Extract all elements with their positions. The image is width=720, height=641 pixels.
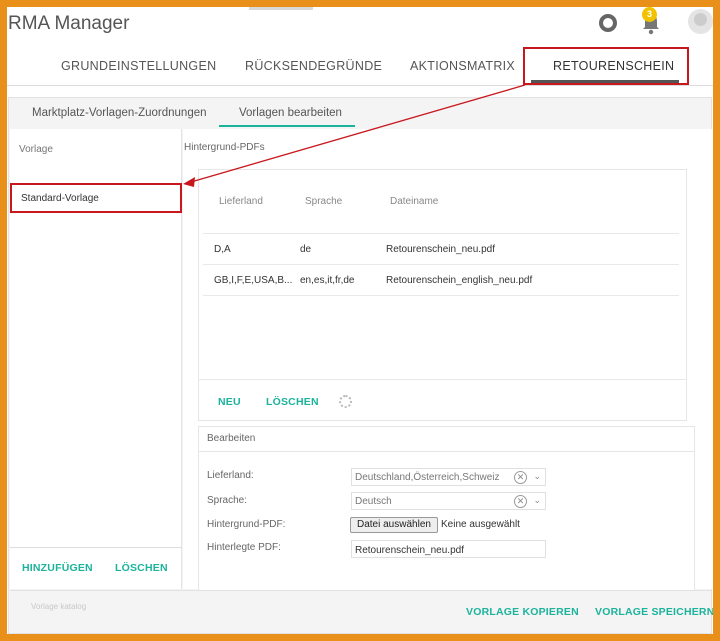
cell-sprache: en,es,it,fr,de <box>300 275 355 286</box>
cell-lieferland: GB,I,F,E,USA,B... <box>214 275 293 286</box>
cell-dateiname: Retourenschein_english_neu.pdf <box>386 275 533 286</box>
clear-icon[interactable]: ✕ <box>514 495 527 508</box>
loading-spinner-icon <box>339 395 352 408</box>
delete-template-button[interactable]: LÖSCHEN <box>115 562 168 574</box>
row-divider <box>203 264 679 265</box>
sidebar-item-standard-vorlage[interactable]: Standard-Vorlage <box>10 183 182 213</box>
tab-grundeinstellungen[interactable]: GRUNDEINSTELLUNGEN <box>61 59 216 73</box>
clear-icon[interactable]: ✕ <box>514 471 527 484</box>
lieferland-select-value: Deutschland,Österreich,Schweiz <box>355 472 500 483</box>
notification-badge: 3 <box>642 7 657 22</box>
tab-aktionsmatrix[interactable]: AKTIONSMATRIX <box>410 59 515 73</box>
lieferland-label: Lieferland: <box>207 470 254 481</box>
tab-highlight-box <box>523 47 689 85</box>
lieferland-select[interactable]: Deutschland,Österreich,Schweiz ✕ ⌄ <box>351 468 546 486</box>
cell-lieferland: D,A <box>214 244 231 255</box>
row-divider <box>203 295 679 296</box>
chevron-down-icon[interactable]: ⌄ <box>533 495 541 506</box>
edit-section-header <box>198 426 695 452</box>
col-header-dateiname[interactable]: Dateiname <box>390 196 438 207</box>
cell-dateiname: Retourenschein_neu.pdf <box>386 244 495 255</box>
footer-divider <box>10 590 712 591</box>
hinterlegte-pdf-input[interactable] <box>351 540 546 558</box>
save-template-button[interactable]: VORLAGE SPEICHERN <box>595 606 713 618</box>
file-choose-button[interactable]: Datei auswählen <box>350 517 438 533</box>
subtab-underline <box>219 125 355 127</box>
chevron-down-icon[interactable]: ⌄ <box>533 471 541 482</box>
footer-faint-text: Vorlage katalog <box>31 602 87 611</box>
col-header-lieferland[interactable]: Lieferland <box>219 196 263 207</box>
subtab-vorlagen-bearbeiten[interactable]: Vorlagen bearbeiten <box>239 107 342 119</box>
app-window: RMA Manager 3 GRUNDEINSTELLUNGEN RÜCKSEN… <box>7 7 713 634</box>
sidebar-heading: Vorlage <box>19 144 53 155</box>
sprache-select[interactable]: Deutsch ✕ ⌄ <box>351 492 546 510</box>
table-header-divider <box>203 233 679 234</box>
edit-heading: Bearbeiten <box>207 433 256 444</box>
cell-sprache: de <box>300 244 312 255</box>
hintergrund-pdf-label: Hintergrund-PDF: <box>207 519 286 530</box>
pdf-actions-divider <box>198 379 687 380</box>
status-circle-icon[interactable] <box>599 14 617 32</box>
delete-pdf-button[interactable]: LÖSCHEN <box>266 396 319 408</box>
sprache-label: Sprache: <box>207 495 248 506</box>
sidebar-divider <box>10 547 182 548</box>
top-indicator-bar <box>249 7 313 10</box>
hinterlegte-pdf-label: Hinterlegte PDF: <box>207 542 281 553</box>
file-status-text: Keine ausgewählt <box>441 519 520 530</box>
add-template-button[interactable]: HINZUFÜGEN <box>22 562 93 574</box>
avatar[interactable] <box>688 9 713 34</box>
new-pdf-button[interactable]: NEU <box>218 396 241 408</box>
tab-ruecksendegruende[interactable]: RÜCKSENDEGRÜNDE <box>245 59 382 73</box>
pdfs-heading: Hintergrund-PDFs <box>184 142 265 153</box>
app-title: RMA Manager <box>8 13 130 34</box>
sprache-select-value: Deutsch <box>355 496 392 507</box>
copy-template-button[interactable]: VORLAGE KOPIEREN <box>466 606 579 618</box>
col-header-sprache[interactable]: Sprache <box>305 196 342 207</box>
tabs-divider <box>7 85 713 86</box>
subtab-marktplatz-zuordnungen[interactable]: Marktplatz-Vorlagen-Zuordnungen <box>32 107 207 119</box>
